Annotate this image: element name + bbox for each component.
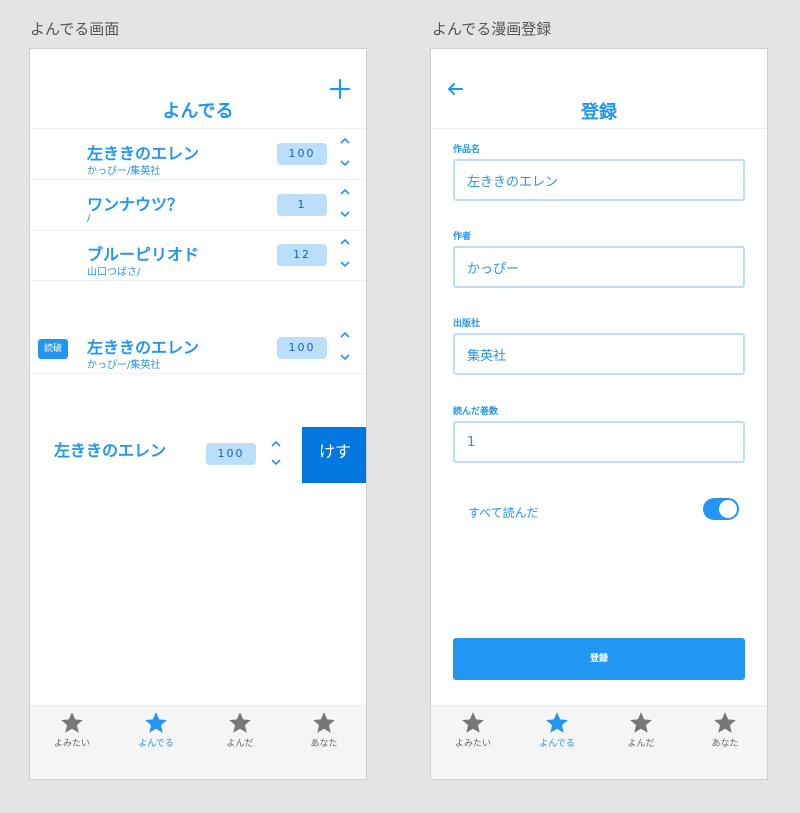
star-icon bbox=[546, 712, 568, 733]
chevron-down-icon[interactable] bbox=[339, 158, 351, 168]
volume-count: 12 bbox=[277, 244, 327, 266]
chevron-up-icon[interactable] bbox=[339, 136, 351, 146]
publisher-input[interactable] bbox=[453, 333, 745, 375]
manga-author-publisher: かっぴー/集英社 bbox=[87, 360, 161, 371]
tab-yonda[interactable]: よんだ bbox=[611, 710, 671, 749]
star-icon bbox=[714, 712, 736, 733]
reading-list-screen: よんでる 左ききのエレン かっぴー/集英社 100 ワンナウツ？ / 1 ブルー… bbox=[29, 48, 367, 780]
volumes-read-input[interactable] bbox=[453, 421, 745, 463]
manga-title: ブルーピリオド bbox=[87, 245, 200, 264]
manga-title: 左ききのエレン bbox=[54, 441, 167, 460]
tab-label: よんだ bbox=[627, 739, 655, 749]
tab-bar: よみたい よんでる よんだ あなた bbox=[30, 705, 366, 779]
field-label-author: 作者 bbox=[453, 232, 472, 242]
tab-yomitai[interactable]: よみたい bbox=[42, 710, 102, 749]
list-item[interactable]: ワンナウツ？ / 1 bbox=[30, 180, 366, 231]
volume-stepper bbox=[270, 439, 282, 469]
finished-badge: 読破 bbox=[38, 339, 68, 359]
arrow-left-icon[interactable] bbox=[445, 79, 465, 99]
plus-icon[interactable] bbox=[328, 77, 352, 101]
list-item[interactable]: ブルーピリオド 山口つばさ/ 12 bbox=[30, 230, 366, 281]
tab-label: よみたい bbox=[454, 739, 491, 749]
chevron-up-icon[interactable] bbox=[339, 237, 351, 247]
chevron-down-icon[interactable] bbox=[339, 352, 351, 362]
tab-label: あなた bbox=[310, 739, 338, 749]
register-button[interactable]: 登録 bbox=[453, 638, 745, 680]
manga-title: 左ききのエレン bbox=[87, 144, 200, 163]
chevron-up-icon[interactable] bbox=[339, 187, 351, 197]
field-label-publisher: 出版社 bbox=[453, 319, 481, 329]
volume-count: 1 bbox=[277, 194, 327, 216]
chevron-down-icon[interactable] bbox=[339, 209, 351, 219]
star-icon bbox=[229, 712, 251, 733]
manga-author-publisher: / bbox=[87, 213, 91, 224]
chevron-up-icon[interactable] bbox=[270, 439, 282, 449]
tab-anata[interactable]: あなた bbox=[695, 710, 755, 749]
field-label-title: 作品名 bbox=[453, 145, 481, 155]
header-divider bbox=[431, 128, 767, 129]
title-input[interactable] bbox=[453, 159, 745, 201]
star-icon bbox=[630, 712, 652, 733]
volume-stepper bbox=[339, 237, 351, 273]
manga-author-publisher: かっぴー/集英社 bbox=[87, 166, 161, 177]
register-screen: 登録 作品名 作者 出版社 読んだ巻数 すべて読んだ 登録 よみたい よんでる … bbox=[430, 48, 768, 780]
manga-author-publisher: 山口つばさ/ bbox=[87, 267, 141, 278]
volume-stepper bbox=[339, 187, 351, 223]
manga-title: ワンナウツ？ bbox=[87, 195, 184, 214]
list-item-swiped[interactable]: 左ききのエレン 100 けす bbox=[30, 427, 366, 483]
chevron-down-icon[interactable] bbox=[270, 457, 282, 467]
toggle-knob bbox=[719, 500, 737, 518]
chevron-up-icon[interactable] bbox=[339, 330, 351, 340]
tab-yonderu[interactable]: よんでる bbox=[126, 710, 186, 749]
tab-label: よんでる bbox=[138, 739, 174, 749]
screen-caption-list: よんでる画面 bbox=[30, 20, 120, 38]
tab-label: よんでる bbox=[539, 739, 575, 749]
tab-yomitai[interactable]: よみたい bbox=[443, 710, 503, 749]
volume-count: 100 bbox=[277, 337, 327, 359]
field-label-volumes: 読んだ巻数 bbox=[453, 407, 499, 417]
star-icon bbox=[61, 712, 83, 733]
tab-anata[interactable]: あなた bbox=[294, 710, 354, 749]
chevron-down-icon[interactable] bbox=[339, 259, 351, 269]
volume-count: 100 bbox=[206, 443, 256, 465]
star-icon bbox=[462, 712, 484, 733]
tab-yonderu[interactable]: よんでる bbox=[527, 710, 587, 749]
read-all-label: すべて読んだ bbox=[468, 506, 539, 520]
volume-stepper bbox=[339, 136, 351, 172]
list-item-finished[interactable]: 読破 左ききのエレン かっぴー/集英社 100 bbox=[30, 323, 366, 374]
tab-label: よんだ bbox=[226, 739, 254, 749]
star-icon bbox=[145, 712, 167, 733]
star-icon bbox=[313, 712, 335, 733]
delete-button[interactable]: けす bbox=[302, 427, 366, 483]
author-input[interactable] bbox=[453, 246, 745, 288]
page-title: 登録 bbox=[581, 102, 617, 123]
tab-yonda[interactable]: よんだ bbox=[210, 710, 270, 749]
page-title: よんでる bbox=[162, 101, 234, 122]
list-item[interactable]: 左ききのエレン かっぴー/集英社 100 bbox=[30, 129, 366, 180]
volume-count: 100 bbox=[277, 143, 327, 165]
tab-label: よみたい bbox=[53, 739, 90, 749]
tab-label: あなた bbox=[711, 739, 739, 749]
screen-caption-register: よんでる漫画登録 bbox=[432, 20, 552, 38]
volume-stepper bbox=[339, 330, 351, 366]
tab-bar: よみたい よんでる よんだ あなた bbox=[431, 705, 767, 779]
read-all-toggle[interactable] bbox=[703, 498, 739, 520]
manga-title: 左ききのエレン bbox=[87, 338, 200, 357]
